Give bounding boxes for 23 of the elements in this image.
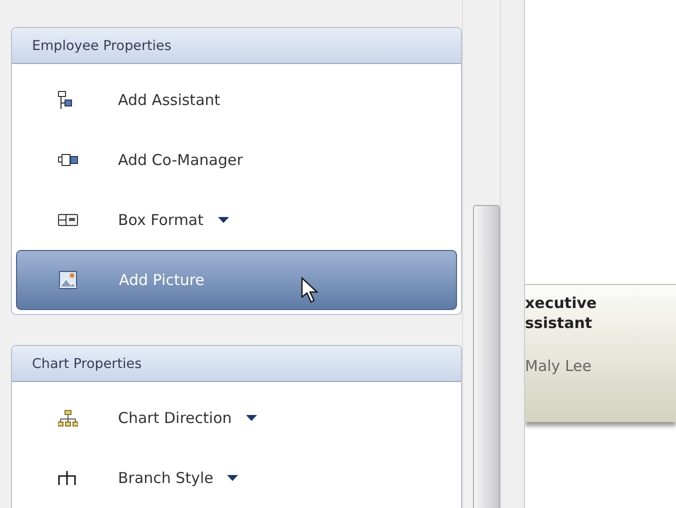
menu-item[interactable]: Branch Style bbox=[16, 448, 457, 508]
employee-name: Maly Lee bbox=[525, 357, 592, 375]
org-chart-icon bbox=[58, 410, 78, 426]
caret-icon bbox=[227, 475, 238, 481]
picture-icon bbox=[59, 271, 77, 289]
splitter-bar[interactable] bbox=[500, 0, 525, 508]
caret-icon bbox=[246, 415, 257, 421]
menu-item[interactable]: Add Co-Manager bbox=[16, 130, 457, 190]
panel-title: Employee Properties bbox=[32, 38, 172, 54]
caret-icon bbox=[218, 217, 229, 223]
branch-icon bbox=[58, 471, 76, 485]
layout-icon bbox=[58, 214, 78, 226]
position-title: xecutive bbox=[525, 293, 597, 313]
menu-item[interactable]: Add Assistant bbox=[16, 70, 457, 130]
cursor-icon bbox=[301, 277, 319, 303]
scrollbar-thumb[interactable] bbox=[473, 205, 500, 508]
menu-item[interactable]: Box Format bbox=[16, 190, 457, 250]
hierarchy-icon bbox=[58, 90, 72, 110]
org-chart-box[interactable]: xecutive ssistant Maly Lee bbox=[525, 284, 676, 422]
menu-item[interactable]: Chart Direction bbox=[16, 388, 457, 448]
boxes-icon bbox=[58, 154, 78, 166]
panel-title: Chart Properties bbox=[32, 356, 142, 372]
position-title: ssistant bbox=[525, 313, 592, 333]
